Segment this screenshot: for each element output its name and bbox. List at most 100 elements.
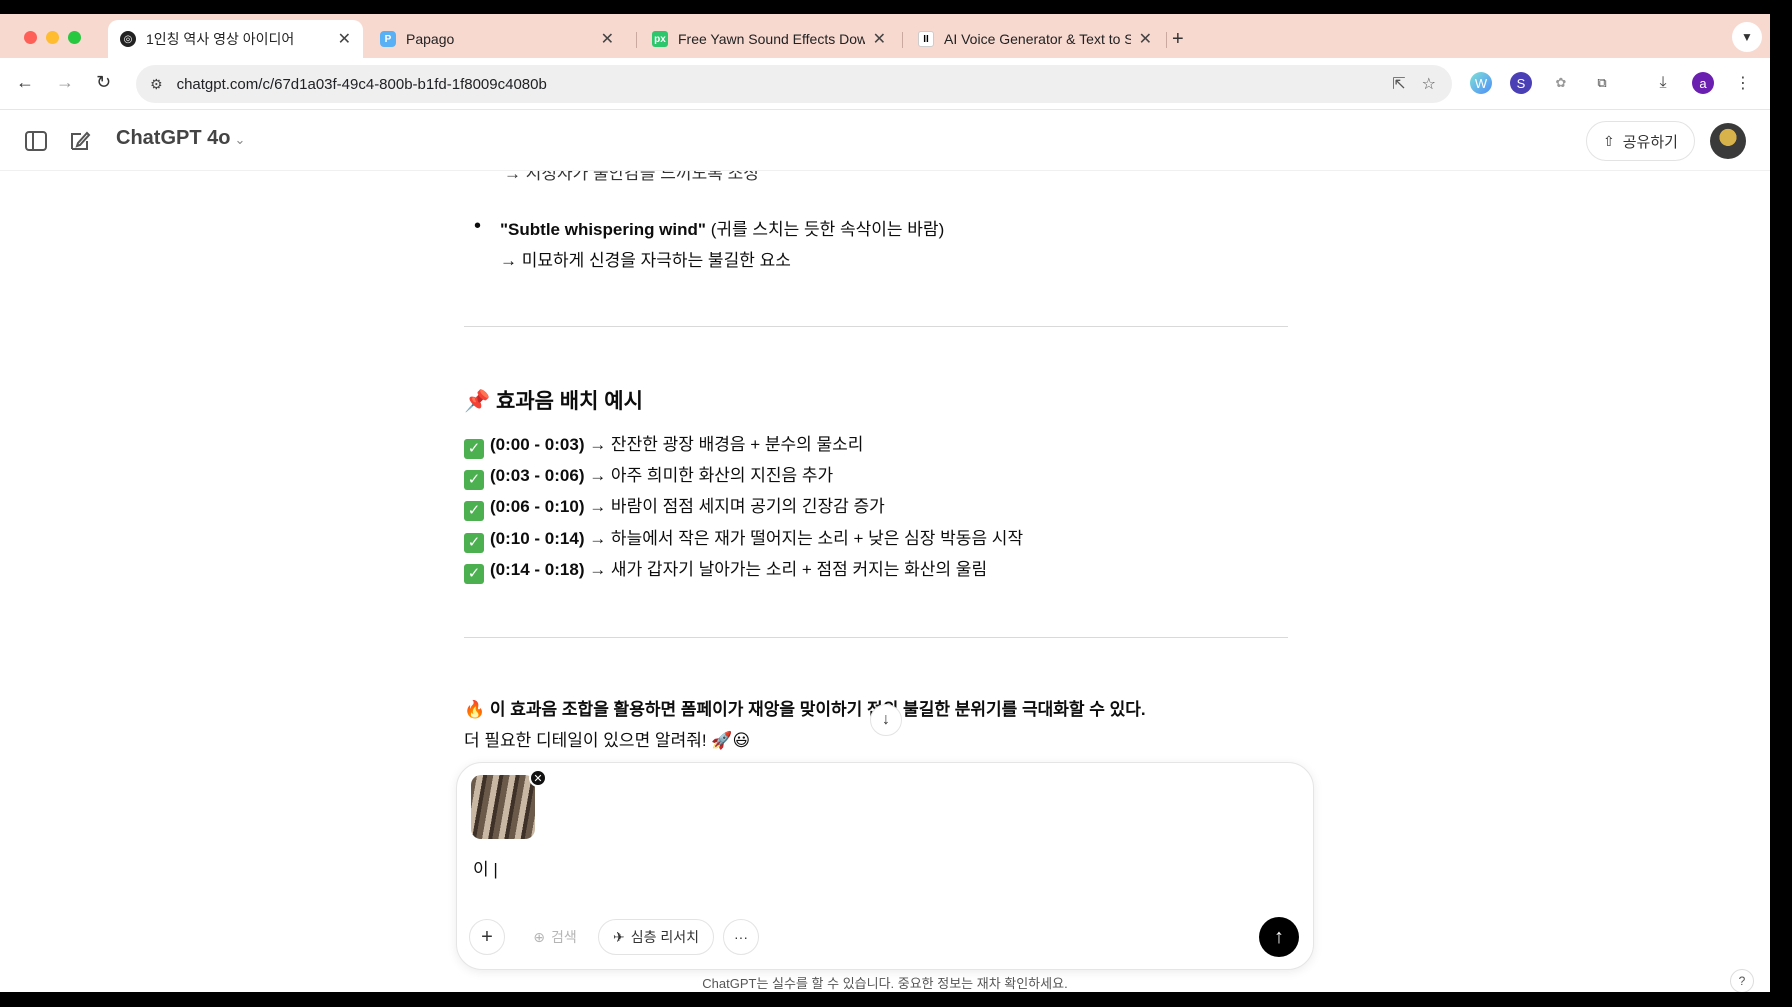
more-options-icon[interactable]: ···: [723, 919, 759, 955]
url-text[interactable]: chatgpt.com/c/67d1a03f-49c4-800b-b1fd-1f…: [177, 76, 1393, 93]
chevron-down-icon: ⌄: [234, 132, 246, 147]
divider: [464, 326, 1288, 327]
papago-icon: P: [380, 31, 396, 47]
closing-bold-text: 이 효과음 조합을 활용하면 폼페이가 재앙을 맞이하기 전의 불길한 분위기를…: [489, 700, 1146, 719]
timeline-desc: → 하늘에서 작은 재가 떨어지는 소리 + 낮은 심장 박동음 시작: [584, 529, 1024, 548]
search-label: 검색: [550, 929, 577, 945]
tab-divider: [636, 32, 637, 48]
telescope-icon: ✈: [612, 928, 625, 945]
maximize-window-button[interactable]: [68, 31, 81, 44]
pushpin-icon: 📌: [464, 390, 491, 413]
bullet-dot: •: [474, 215, 482, 237]
model-selector[interactable]: ChatGPT 4o ⌄: [116, 127, 245, 150]
address-bar[interactable]: ⚙ chatgpt.com/c/67d1a03f-49c4-800b-b1fd-…: [136, 65, 1452, 103]
check-icon: ✓: [464, 564, 484, 584]
deep-research-button[interactable]: ✈ 심층 리서치: [598, 919, 714, 955]
tab-divider: [1166, 32, 1167, 48]
minimize-window-button[interactable]: [46, 31, 59, 44]
section-heading: 📌 효과음 배치 예시: [464, 385, 643, 415]
model-label: ChatGPT 4o: [116, 127, 231, 149]
reload-icon[interactable]: ↻: [96, 72, 111, 93]
bookmark-star-icon[interactable]: ☆: [1422, 74, 1436, 94]
close-tab-icon[interactable]: ✕: [873, 29, 886, 49]
tab-pixabay[interactable]: px Free Yawn Sound Effects Dow ✕: [640, 20, 898, 58]
timeline-desc: → 잔잔한 광장 배경음 + 분수의 물소리: [584, 435, 864, 454]
check-icon: ✓: [464, 439, 484, 459]
extension-icon[interactable]: W: [1470, 72, 1492, 94]
profile-avatar[interactable]: a: [1692, 72, 1714, 94]
disclaimer-text: ChatGPT는 실수를 할 수 있습니다. 중요한 정보는 재차 확인하세요.: [702, 976, 1068, 991]
extension-icon[interactable]: ✿: [1550, 72, 1572, 94]
timeline-time: (0:00 - 0:03): [490, 435, 585, 454]
browser-menu-icon[interactable]: ⋮: [1732, 72, 1754, 94]
tab-chatgpt[interactable]: ◎ 1인칭 역사 영상 아이디어 ✕: [108, 20, 363, 58]
chatgpt-icon: ◎: [120, 31, 136, 47]
attached-image-thumbnail[interactable]: [471, 775, 535, 839]
timeline-item: ✓ (0:06 - 0:10) → 바람이 점점 세지며 공기의 긴장감 증가: [464, 492, 885, 521]
pixabay-icon: px: [652, 31, 668, 47]
tab-search-button[interactable]: ▼: [1732, 22, 1762, 52]
send-button[interactable]: ↑: [1259, 917, 1299, 957]
new-chat-icon[interactable]: [66, 127, 94, 155]
close-tab-icon[interactable]: ✕: [601, 29, 614, 49]
fire-icon: 🔥: [464, 700, 486, 719]
elevenlabs-icon: II: [918, 31, 934, 47]
prompt-input[interactable]: 이 |: [473, 855, 498, 880]
scroll-to-bottom-button[interactable]: ↓: [870, 704, 902, 736]
download-icon[interactable]: ⤓: [1652, 72, 1674, 94]
tab-title: Free Yawn Sound Effects Dow: [678, 31, 865, 47]
clipped-text-line: → 시청자가 불안감을 느끼도록 조성: [504, 171, 759, 183]
timeline-item: ✓ (0:14 - 0:18) → 새가 갑자기 날아가는 소리 + 점점 커지는…: [464, 555, 987, 584]
assistant-message: → 시청자가 불안감을 느끼도록 조성 • "Subtle whispering…: [464, 171, 1288, 771]
back-icon[interactable]: ←: [16, 72, 34, 93]
forward-icon[interactable]: →: [56, 72, 74, 93]
research-label: 심층 리서치: [630, 929, 700, 945]
close-tab-icon[interactable]: ✕: [338, 29, 351, 49]
check-icon: ✓: [464, 501, 484, 521]
timeline-item: ✓ (0:03 - 0:06) → 아주 희미한 화산의 지진음 추가: [464, 461, 833, 490]
tab-papago[interactable]: P Papago ✕: [368, 20, 626, 58]
browser-toolbar: ← → ↻ ⚙ chatgpt.com/c/67d1a03f-49c4-800b…: [0, 58, 1770, 110]
tab-bar: ◎ 1인칭 역사 영상 아이디어 ✕ P Papago ✕ px Free Ya…: [0, 14, 1770, 58]
timeline-desc: → 아주 희미한 화산의 지진음 추가: [584, 466, 834, 485]
tab-divider: [902, 32, 903, 48]
remove-attachment-icon[interactable]: ✕: [529, 769, 547, 787]
close-window-button[interactable]: [24, 31, 37, 44]
tab-title: Papago: [406, 31, 455, 47]
help-button[interactable]: ?: [1730, 969, 1754, 992]
chat-header: ChatGPT 4o ⌄ ⇧ 공유하기: [0, 111, 1770, 171]
search-button[interactable]: ⊕ 검색: [517, 919, 593, 955]
timeline-time: (0:03 - 0:06): [490, 466, 585, 485]
timeline-desc: → 새가 갑자기 날아가는 소리 + 점점 커지는 화산의 울림: [584, 560, 988, 579]
tab-title: 1인칭 역사 영상 아이디어: [146, 31, 295, 47]
closing-line: 🔥 이 효과음 조합을 활용하면 폼페이가 재앙을 맞이하기 전의 불길한 분위…: [464, 695, 1146, 720]
globe-icon: ⊕: [533, 928, 545, 945]
extensions-puzzle-icon[interactable]: ⧉: [1591, 72, 1613, 94]
add-attachment-button[interactable]: +: [469, 919, 505, 955]
bullet-text: (귀를 스치는 듯한 속삭이는 바람): [705, 220, 945, 239]
timeline-item: ✓ (0:00 - 0:03) → 잔잔한 광장 배경음 + 분수의 물소리: [464, 430, 863, 459]
new-tab-button[interactable]: +: [1172, 28, 1184, 51]
close-tab-icon[interactable]: ✕: [1139, 29, 1152, 49]
share-label: 공유하기: [1622, 133, 1678, 151]
heading-text: 효과음 배치 예시: [496, 390, 643, 413]
extension-icon[interactable]: S: [1510, 72, 1532, 94]
bullet-item: "Subtle whispering wind" (귀를 스치는 듯한 속삭이는…: [500, 215, 944, 240]
user-avatar[interactable]: [1710, 123, 1746, 159]
open-in-app-icon[interactable]: ⇱: [1392, 74, 1405, 94]
check-icon: ✓: [464, 470, 484, 490]
timeline-desc: → 바람이 점점 세지며 공기의 긴장감 증가: [584, 497, 885, 516]
share-button[interactable]: ⇧ 공유하기: [1586, 121, 1695, 161]
site-settings-icon[interactable]: ⚙: [150, 76, 163, 93]
divider: [464, 637, 1288, 638]
share-icon: ⇧: [1603, 132, 1615, 149]
bullet-subline: → 미묘하게 신경을 자극하는 불길한 요소: [500, 251, 791, 270]
bullet-bold-text: "Subtle whispering wind": [500, 220, 706, 239]
sidebar-toggle-icon[interactable]: [22, 127, 50, 155]
tab-title: AI Voice Generator & Text to S: [944, 31, 1131, 47]
tab-elevenlabs[interactable]: II AI Voice Generator & Text to S ✕: [906, 20, 1164, 58]
message-composer: ✕ 이 | + ⊕ 검색 ✈ 심층 리서치 ··· ↑: [456, 762, 1314, 970]
timeline-time: (0:10 - 0:14): [490, 529, 585, 548]
browser-window: ◎ 1인칭 역사 영상 아이디어 ✕ P Papago ✕ px Free Ya…: [0, 14, 1770, 992]
timeline-time: (0:14 - 0:18): [490, 560, 585, 579]
